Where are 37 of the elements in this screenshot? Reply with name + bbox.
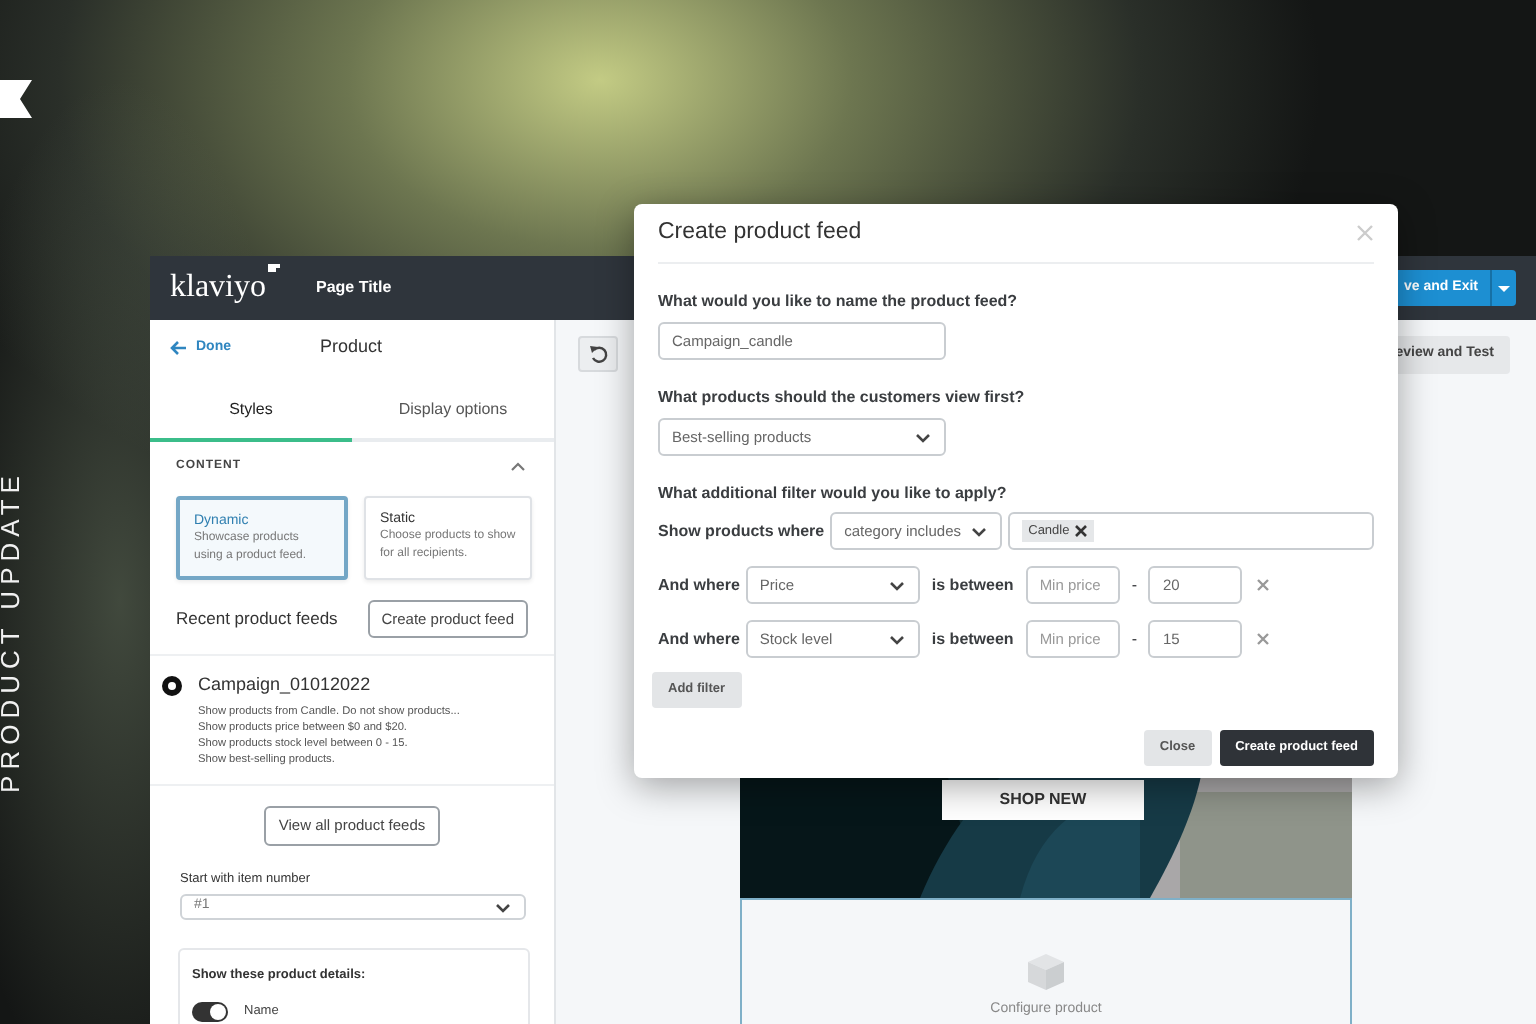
box-icon — [1026, 951, 1066, 991]
toggle-switch[interactable] — [192, 1001, 228, 1022]
logo: klaviyo — [170, 264, 280, 312]
modal-title: Create product feed — [658, 217, 862, 248]
chevron-down-icon — [887, 577, 906, 593]
page-title: Page Title — [316, 276, 392, 300]
filter-label: Show products where — [658, 519, 825, 543]
remove-icon[interactable] — [1073, 524, 1088, 538]
filter-text: is between — [931, 573, 1014, 597]
banner-text: PRODUCT UPDATE — [0, 468, 27, 797]
ribbon-icon — [0, 80, 32, 118]
undo-button[interactable] — [578, 336, 618, 372]
shop-new-button[interactable]: SHOP NEW — [942, 779, 1144, 819]
dash-text: - — [1131, 627, 1137, 651]
radio-button[interactable] — [162, 676, 182, 697]
question-label: What additional filter would you like to apply? — [658, 482, 1009, 506]
chevron-down-icon — [494, 899, 512, 916]
arrow-left-icon — [170, 340, 188, 357]
tab[interactable]: Styles — [150, 383, 352, 441]
panel-title: Product — [320, 334, 383, 360]
dash-text: - — [1131, 573, 1137, 597]
dropdown-toggle-button[interactable] — [1490, 269, 1516, 307]
chevron-up-icon[interactable] — [510, 459, 526, 473]
tab[interactable]: Display options — [352, 383, 554, 441]
undo-icon — [588, 344, 608, 364]
caret-icon — [1498, 285, 1510, 291]
feed-name: Campaign_01012022 — [198, 672, 373, 699]
section-heading: Recent product feeds — [176, 606, 338, 633]
filter-label: And where — [658, 573, 740, 597]
logo-mark-icon — [268, 264, 280, 274]
chevron-down-icon — [887, 631, 906, 647]
question-label: What products should the customers view first? — [658, 386, 1027, 410]
filter-text: is between — [931, 627, 1014, 651]
question-label: What would you like to name the product feed? — [658, 290, 1020, 314]
chevron-down-icon — [914, 429, 932, 445]
chevron-down-icon — [970, 523, 989, 539]
filter-label: And where — [658, 627, 740, 651]
